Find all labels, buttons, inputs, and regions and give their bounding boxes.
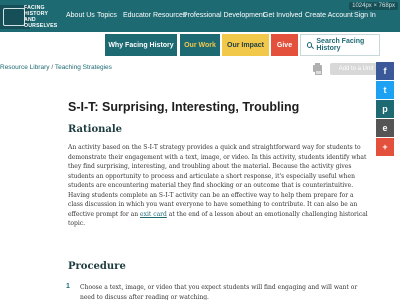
tab-our-work[interactable]: Our Work: [180, 34, 220, 56]
search-label: Search Facing History: [316, 38, 365, 52]
nav-sign-in[interactable]: Sign In: [354, 12, 376, 19]
breadcrumb: Resource Library / Teaching Strategies: [0, 64, 112, 71]
print-icon[interactable]: [313, 63, 322, 75]
nav-educator-resources[interactable]: Educator Resources: [123, 12, 186, 19]
breadcrumb-teaching-strategies[interactable]: Teaching Strategies: [55, 64, 112, 71]
nav-about-us[interactable]: About Us: [66, 12, 95, 19]
rationale-paragraph: An activity based on the S-I-T strategy …: [68, 143, 368, 229]
viewport-size-badge: 1024px × 768px: [349, 2, 398, 10]
procedure-heading: Procedure: [68, 261, 126, 272]
twitter-icon[interactable]: t: [376, 81, 394, 99]
rationale-text-1: An activity based on the S-I-T strategy …: [68, 144, 367, 218]
logo-line-3: and Ourselves: [24, 17, 58, 29]
top-navigation-bar: Facing History and Ourselves About Us To…: [0, 0, 400, 32]
email-icon[interactable]: e: [376, 119, 394, 137]
breadcrumb-resource-library[interactable]: Resource Library: [0, 64, 50, 71]
exit-card-link[interactable]: exit card: [140, 211, 167, 218]
tab-why-facing-history[interactable]: Why Facing History: [105, 34, 177, 56]
step-text: Choose a text, image, or video that you …: [80, 284, 358, 300]
nav-topics[interactable]: Topics: [97, 12, 117, 19]
nav-professional-development[interactable]: Professional Development: [183, 12, 265, 19]
logo-frame: [3, 8, 25, 26]
page-title: S-I-T: Surprising, Interesting, Troublin…: [68, 100, 300, 114]
nav-create-account[interactable]: Create Account: [305, 12, 353, 19]
rationale-heading: Rationale: [68, 124, 123, 135]
search-icon: [307, 42, 313, 48]
step-number: 1: [66, 283, 70, 290]
site-logo[interactable]: Facing History and Ourselves: [24, 5, 64, 29]
search-button[interactable]: Search Facing History: [300, 34, 380, 56]
secondary-nav: Why Facing History Our Work Our Impact G…: [0, 32, 400, 56]
facebook-icon[interactable]: f: [376, 62, 394, 80]
tab-our-impact[interactable]: Our Impact: [222, 34, 269, 56]
more-share-icon[interactable]: +: [376, 138, 394, 156]
print-share-icon[interactable]: p: [376, 100, 394, 118]
nav-get-involved[interactable]: Get Involved: [263, 12, 302, 19]
breadcrumb-separator: /: [51, 64, 54, 71]
add-to-unit-button[interactable]: Add to a Unit: [330, 63, 382, 75]
tab-give[interactable]: Give: [271, 34, 298, 56]
